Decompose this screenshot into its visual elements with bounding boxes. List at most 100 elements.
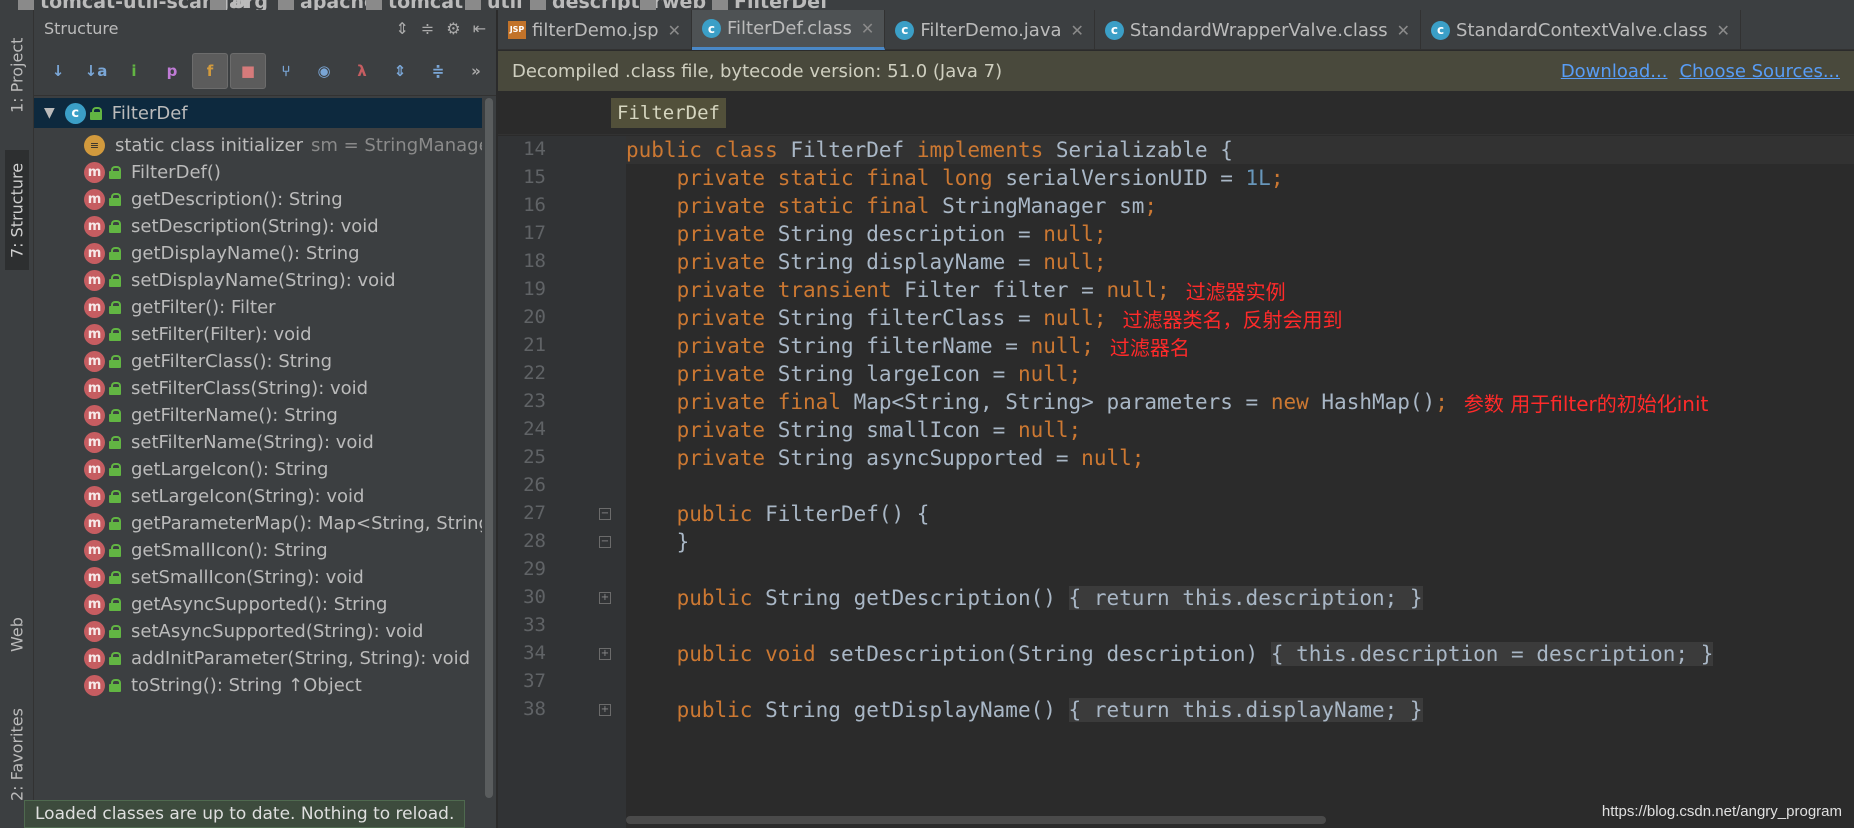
close-icon[interactable]: ✕ xyxy=(1071,21,1084,40)
tree-item[interactable]: m getFilterName(): String xyxy=(34,400,482,430)
fold-expand-icon[interactable]: + xyxy=(599,592,611,604)
code-token: implements xyxy=(916,138,1056,162)
show-non-public-icon[interactable]: ■ xyxy=(230,52,266,89)
tab-filterdemo-jsp[interactable]: JSP filterDemo.jsp ✕ xyxy=(498,10,692,50)
tree-item[interactable]: ≡ static class initializer sm = StringMana… xyxy=(34,130,482,160)
tree-item[interactable]: m getFilter(): Filter xyxy=(34,292,482,322)
tree-item[interactable]: m getFilterClass(): String xyxy=(34,346,482,376)
sort-alphabetically-icon[interactable]: ↓a xyxy=(78,53,114,89)
tree-item[interactable]: m toString(): String ↑Object xyxy=(34,670,482,700)
code-token: String getDescription() xyxy=(765,586,1069,610)
tree-item[interactable]: m setFilter(Filter): void xyxy=(34,319,482,349)
line-number: 17 xyxy=(523,222,546,244)
code-view[interactable]: public class FilterDef implements Serial… xyxy=(626,136,1854,828)
show-inherited-icon[interactable]: i xyxy=(116,53,152,89)
code-line: private String asyncSupported = null; xyxy=(626,444,1854,472)
show-fields-icon[interactable]: f xyxy=(192,52,228,89)
fold-collapse-icon[interactable]: − xyxy=(599,508,611,520)
favorites-tool-tab[interactable]: 2: Favorites xyxy=(5,700,29,810)
class-file-icon: c xyxy=(1431,20,1451,40)
method-icon: m xyxy=(84,566,105,588)
more-icon[interactable]: » xyxy=(458,53,494,89)
method-icon: m xyxy=(84,404,105,426)
line-number: 30 xyxy=(523,586,546,608)
project-tool-tab[interactable]: 1: Project xyxy=(5,30,29,120)
horizontal-scrollbar[interactable] xyxy=(626,816,1326,824)
structure-scrollbar[interactable] xyxy=(484,98,494,798)
tree-item[interactable]: m getDescription(): String xyxy=(34,184,482,214)
show-properties-icon[interactable]: p xyxy=(154,53,190,89)
breadcrumb-item[interactable]: FilterDef xyxy=(712,0,828,10)
tab-filterdemo-java[interactable]: c FilterDemo.java ✕ xyxy=(885,10,1095,50)
tree-root-filterdef[interactable]: ▼ c FilterDef xyxy=(34,98,482,128)
tab-filterdef-class[interactable]: c FilterDef.class ✕ xyxy=(691,10,886,50)
tab-standardwrappervalve-class[interactable]: c StandardWrapperValve.class ✕ xyxy=(1095,10,1422,50)
collapse-all-icon[interactable]: ≑ xyxy=(421,19,434,38)
method-icon: m xyxy=(84,431,105,453)
class-breadcrumb[interactable]: FilterDef xyxy=(611,98,726,128)
tree-item[interactable]: m setFilterName(String): void xyxy=(34,427,482,457)
sort-by-visibility-icon[interactable]: ↓ xyxy=(40,53,76,89)
lambda-icon[interactable]: λ xyxy=(344,53,380,89)
tab-standardcontextvalve-class[interactable]: c StandardContextValve.class ✕ xyxy=(1421,10,1741,50)
web-tool-tab[interactable]: Web xyxy=(5,600,29,670)
code-token: ; xyxy=(1081,334,1094,358)
hide-panel-icon[interactable]: ⇤ xyxy=(473,19,486,38)
structure-title: Structure xyxy=(44,18,119,38)
breadcrumb-label: web xyxy=(662,0,706,10)
download-link[interactable]: Download... xyxy=(1561,61,1668,82)
tree-item[interactable]: m addInitParameter(String, String): void xyxy=(34,643,482,673)
expand-all-icon[interactable]: ⇕ xyxy=(395,19,408,38)
tree-item[interactable]: m getAsyncSupported(): String xyxy=(34,589,482,619)
tree-root-label: FilterDef xyxy=(111,102,188,124)
class-breadcrumb-bar: FilterDef xyxy=(498,91,1854,135)
chevron-down-icon[interactable]: ▼ xyxy=(44,105,55,121)
show-anonymous-icon[interactable]: ⑂ xyxy=(268,53,304,89)
tree-item[interactable]: m setLargeIcon(String): void xyxy=(34,481,482,511)
breadcrumb-item[interactable]: util xyxy=(465,0,523,10)
code-token: this xyxy=(1296,642,1347,666)
close-icon[interactable]: ✕ xyxy=(1397,21,1410,40)
fold-expand-icon[interactable]: + xyxy=(599,648,611,660)
close-icon[interactable]: ✕ xyxy=(668,21,681,40)
collapse-icon[interactable]: ≑ xyxy=(420,53,456,89)
tree-item[interactable]: m FilterDef() xyxy=(34,157,482,187)
structure-tool-tab[interactable]: 7: Structure xyxy=(5,150,29,270)
breadcrumb-item[interactable]: org xyxy=(210,0,268,10)
close-icon[interactable]: ✕ xyxy=(1717,21,1730,40)
method-icon: m xyxy=(84,512,105,534)
choose-sources-link[interactable]: Choose Sources... xyxy=(1679,61,1840,82)
tree-item[interactable]: m getDisplayName(): String xyxy=(34,238,482,268)
code-token: 1L xyxy=(1245,166,1271,190)
lock-icon xyxy=(109,219,121,233)
tree-item[interactable]: m getSmallIcon(): String xyxy=(34,535,482,565)
tree-item[interactable]: m getLargeIcon(): String xyxy=(34,454,482,484)
show-lambdas-icon[interactable]: ◉ xyxy=(306,53,342,89)
tree-item[interactable]: m setFilterClass(String): void xyxy=(34,373,482,403)
expand-icon[interactable]: ⇕ xyxy=(382,53,418,89)
decompiled-banner: Decompiled .class file, bytecode version… xyxy=(498,51,1854,91)
code-token: { xyxy=(1068,586,1094,610)
fold-collapse-icon[interactable]: − xyxy=(599,536,611,548)
tree-item-label: getLargeIcon(): String xyxy=(131,458,329,480)
method-icon: m xyxy=(84,377,105,399)
close-icon[interactable]: ✕ xyxy=(861,19,874,38)
fold-expand-icon[interactable]: + xyxy=(599,704,611,716)
code-token: setDescription(String description) xyxy=(828,642,1271,666)
code-token: Serializable { xyxy=(1055,138,1233,162)
tree-item[interactable]: m getParameterMap(): Map<String, String xyxy=(34,508,482,538)
breadcrumb-item[interactable]: web xyxy=(640,0,706,10)
line-number: 24 xyxy=(523,418,546,440)
breadcrumb-item[interactable]: apache xyxy=(278,0,377,10)
gear-icon[interactable]: ⚙ xyxy=(446,19,460,38)
code-token: new xyxy=(1270,390,1322,414)
tree-item[interactable]: m setAsyncSupported(String): void xyxy=(34,616,482,646)
tree-item[interactable]: m setSmallIcon(String): void xyxy=(34,562,482,592)
breadcrumb-item[interactable]: tomcat xyxy=(366,0,463,10)
tree-item[interactable]: m setDisplayName(String): void xyxy=(34,265,482,295)
tree-item[interactable]: m setDescription(String): void xyxy=(34,211,482,241)
line-number: 23 xyxy=(523,390,546,412)
